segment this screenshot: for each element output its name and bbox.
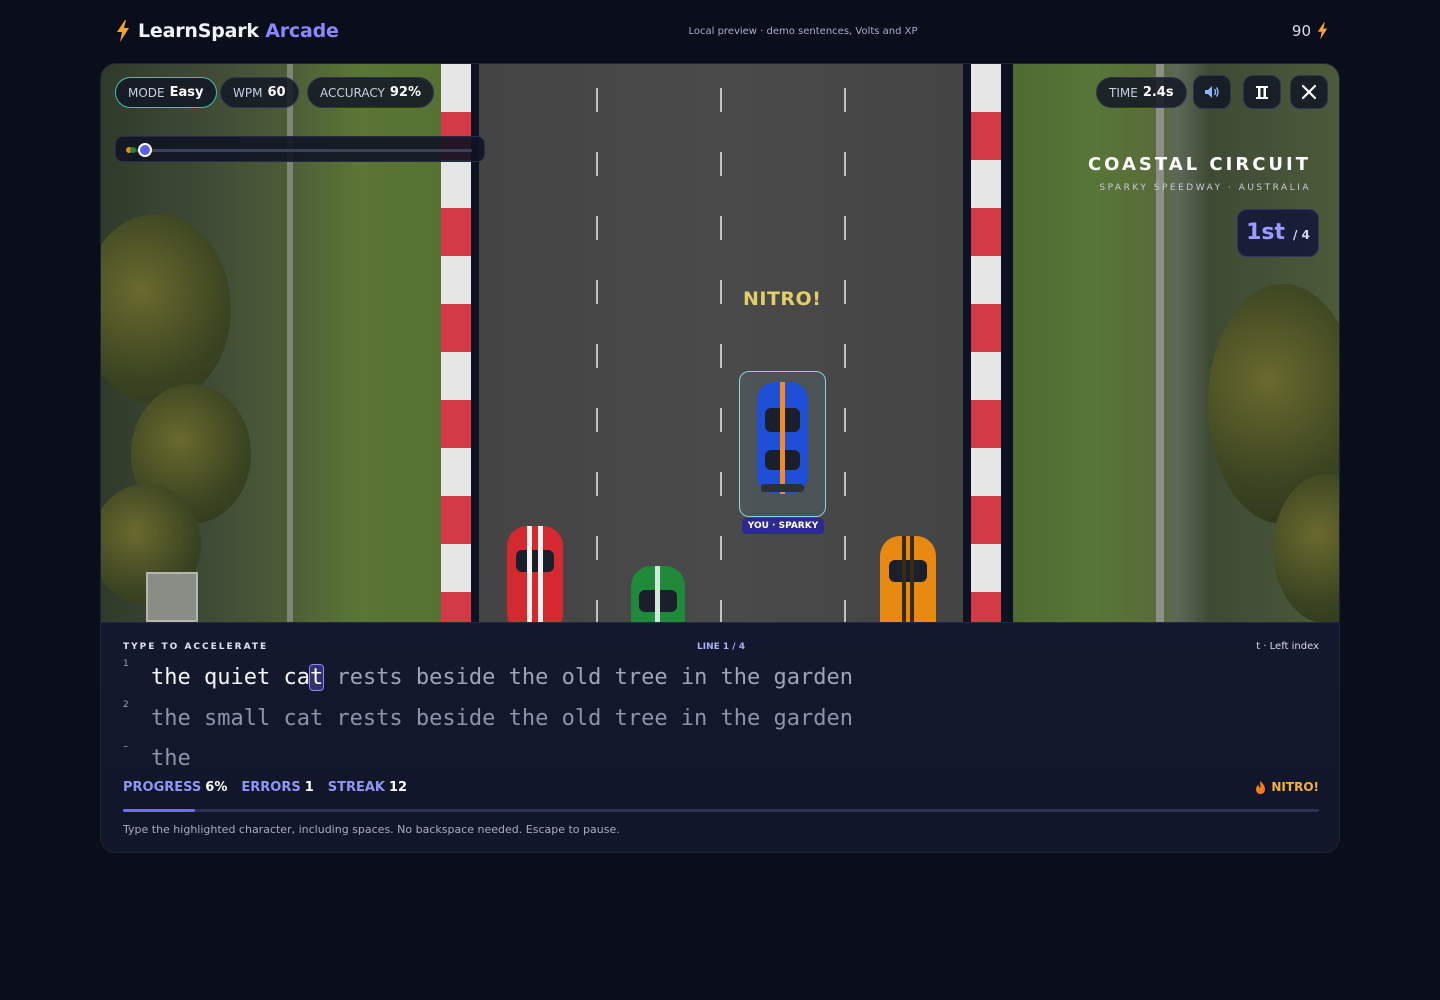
errors-label: ERRORS xyxy=(241,780,301,795)
accuracy-label: ACCURACY xyxy=(320,85,385,100)
roadside-shed xyxy=(146,572,198,622)
line-number: 3 xyxy=(123,746,129,750)
game-panel: NITRO! YOU · SPARKY MODE Easy WPM 60 ACC… xyxy=(100,63,1340,853)
right-grass xyxy=(1013,64,1339,622)
mode-value: Easy xyxy=(169,85,204,100)
pause-button[interactable] xyxy=(1243,75,1281,109)
line-text: the small cat rests beside the old tree … xyxy=(151,706,853,731)
wpm-pill: WPM 60 xyxy=(220,77,299,108)
time-value: 2.4s xyxy=(1142,85,1174,100)
typing-stats: PROGRESS 6% ERRORS 1 STREAK 12 xyxy=(123,780,407,795)
progress-value: 6% xyxy=(205,780,228,795)
text-line: 2 the small cat rests beside the old tre… xyxy=(123,700,853,736)
progress-stat: PROGRESS 6% xyxy=(123,780,227,795)
race-progress-map xyxy=(115,136,485,162)
mode-label: MODE xyxy=(128,85,165,100)
lane-marking xyxy=(720,88,722,622)
close-icon xyxy=(1302,85,1316,99)
streak-stat: STREAK 12 xyxy=(328,780,407,795)
close-button[interactable] xyxy=(1290,75,1328,109)
volts-counter: 90 xyxy=(1292,22,1328,40)
progress-fill xyxy=(123,809,195,812)
wpm-value: 60 xyxy=(267,85,286,100)
player-marker xyxy=(138,143,152,157)
line-text: the sleepy cat rests beside the old tree… xyxy=(151,746,191,768)
volts-value: 90 xyxy=(1291,22,1311,40)
text-line-active: 1 the quiet cat rests beside the old tre… xyxy=(123,659,853,695)
preview-subtitle: Local preview · demo sentences, Volts an… xyxy=(688,26,918,37)
top-bar: LearnSpark Arcade Local preview · demo s… xyxy=(0,0,1440,64)
player-car xyxy=(757,382,808,494)
errors-value: 1 xyxy=(304,780,314,795)
nitro-label: NITRO! xyxy=(1271,780,1319,794)
player-tag: YOU · SPARKY xyxy=(742,518,824,534)
nitro-popup: NITRO! xyxy=(743,288,822,310)
accuracy-pill: ACCURACY 92% xyxy=(307,77,435,108)
rival-car-red xyxy=(507,526,563,622)
line-number: 1 xyxy=(123,659,129,669)
wpm-label: WPM xyxy=(233,85,263,100)
circuit-location: SPARKY SPEEDWAY · AUSTRALIA xyxy=(1099,183,1311,193)
lane-marking xyxy=(596,88,598,622)
current-character: t xyxy=(308,664,325,691)
flame-icon xyxy=(1256,780,1266,794)
streak-value: 12 xyxy=(389,780,408,795)
tree xyxy=(101,214,231,404)
accuracy-value: 92% xyxy=(389,85,422,100)
line-text: the quiet cat rests beside the old tree … xyxy=(151,664,854,691)
progress-label: PROGRESS xyxy=(123,780,202,795)
rival-car-green xyxy=(631,566,685,622)
streak-label: STREAK xyxy=(327,780,386,795)
rival-marker xyxy=(130,147,136,153)
race-track: NITRO! YOU · SPARKY MODE Easy WPM 60 ACC… xyxy=(101,64,1339,622)
position-value: 1st xyxy=(1246,220,1285,245)
errors-stat: ERRORS 1 xyxy=(241,780,313,795)
position-total: / 4 xyxy=(1293,228,1310,242)
remaining-text: rests beside the old tree in the garden xyxy=(323,665,854,690)
typing-panel[interactable]: TYPE TO ACCELERATE LINE 1 / 4 t · Left i… xyxy=(101,622,1339,852)
finger-hint: t · Left index xyxy=(1256,641,1319,652)
time-pill: TIME 2.4s xyxy=(1096,77,1187,108)
nitro-badge: NITRO! xyxy=(1256,780,1319,794)
service-road xyxy=(1156,64,1164,622)
bolt-icon xyxy=(1317,22,1328,40)
speaker-icon xyxy=(1205,86,1219,98)
sound-button[interactable] xyxy=(1193,75,1231,109)
rival-car-orange xyxy=(880,536,936,622)
lane-marking xyxy=(844,88,846,622)
progress-bar xyxy=(123,809,1319,812)
line-index: LINE 1 / 4 xyxy=(697,642,745,652)
pause-icon xyxy=(1256,85,1268,99)
typed-text: the quiet ca xyxy=(151,665,310,690)
race-progress-track xyxy=(128,149,472,152)
text-line: 3 the sleepy cat rests beside the old tr… xyxy=(123,746,202,768)
right-curb xyxy=(971,64,1001,622)
help-text: Type the highlighted character, includin… xyxy=(123,823,620,836)
circuit-name: COASTAL CIRCUIT xyxy=(1087,154,1311,175)
mode-pill[interactable]: MODE Easy xyxy=(115,77,217,108)
race-position: 1st / 4 xyxy=(1237,209,1319,257)
circuit-info: COASTAL CIRCUIT SPARKY SPEEDWAY · AUSTRA… xyxy=(1088,154,1311,193)
line-number: 2 xyxy=(123,700,129,710)
time-label: TIME xyxy=(1109,85,1138,100)
